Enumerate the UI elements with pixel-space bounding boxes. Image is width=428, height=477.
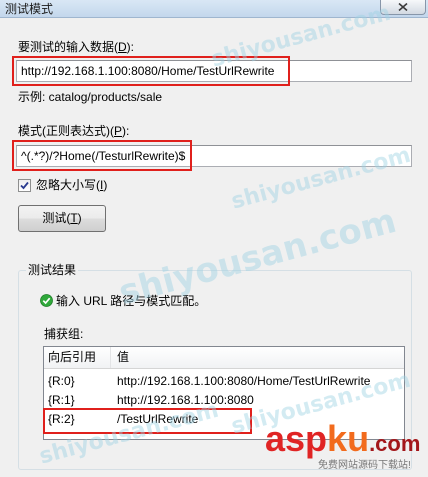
close-button[interactable] (380, 0, 426, 15)
logo-part-com: .com (369, 431, 421, 456)
label-suffix: ): (122, 124, 130, 138)
label-text: 忽略大小写( (36, 178, 100, 192)
capture-groups-label: 捕获组: (44, 327, 84, 341)
table-row[interactable]: {R:1} http://192.168.1.100:8080 (44, 391, 404, 410)
test-results-title: 测试结果 (26, 263, 79, 277)
backreference-cell: {R:1} (48, 393, 75, 407)
table-row[interactable]: {R:0} http://192.168.1.100:8080/Home/Tes… (44, 372, 404, 391)
logo-part-ku: ku (327, 418, 370, 459)
list-header: 向后引用 值 (44, 347, 404, 369)
logo-tagline: 免费网站源码下载站! (318, 460, 411, 471)
mnemonic-key: T (70, 211, 78, 225)
mnemonic-key: D (118, 40, 127, 54)
value-cell: http://192.168.1.100:8080/Home/TestUrlRe… (117, 374, 371, 388)
pattern-field[interactable]: ^(.*?)/?Home(/TesturlRewrite)$ (16, 145, 412, 167)
value-cell: /TestUrlRewrite (117, 412, 199, 426)
window-title: 测试模式 (5, 2, 54, 16)
match-status-text: 输入 URL 路径与模式匹配。 (56, 294, 207, 308)
close-icon (398, 3, 408, 11)
backreference-cell: {R:2} (48, 412, 75, 426)
mnemonic-key: P (114, 124, 123, 138)
label-text: 要测试的输入数据( (18, 40, 118, 54)
column-header-value[interactable]: 值 (111, 347, 404, 368)
title-bar[interactable]: 测试模式 (0, 0, 428, 18)
success-check-icon (40, 294, 53, 307)
test-pattern-dialog: 测试模式 要测试的输入数据(D): http://192.168.1.100:8… (0, 0, 428, 477)
ignore-case-checkbox[interactable] (18, 179, 31, 192)
ignore-case-label[interactable]: 忽略大小写(I) (36, 178, 107, 192)
example-text: 示例: catalog/products/sale (18, 90, 163, 104)
column-header-backreference[interactable]: 向后引用 (44, 347, 111, 368)
aspku-logo: aspku.com (265, 418, 420, 460)
test-button[interactable]: 测试(T) (18, 205, 106, 232)
button-suffix: ) (77, 211, 82, 225)
label-suffix: ): (126, 40, 135, 54)
label-suffix: ) (103, 178, 108, 192)
input-data-label: 要测试的输入数据(D): (18, 40, 134, 54)
label-text: 模式(正则表达式)( (18, 124, 114, 138)
value-cell: http://192.168.1.100:8080 (117, 393, 254, 407)
pattern-label: 模式(正则表达式)(P): (18, 124, 129, 138)
check-icon (20, 181, 29, 190)
input-data-field[interactable]: http://192.168.1.100:8080/Home/TestUrlRe… (16, 60, 412, 82)
button-text: 测试( (42, 211, 71, 225)
backreference-cell: {R:0} (48, 374, 75, 388)
logo-part-asp: asp (265, 418, 328, 459)
